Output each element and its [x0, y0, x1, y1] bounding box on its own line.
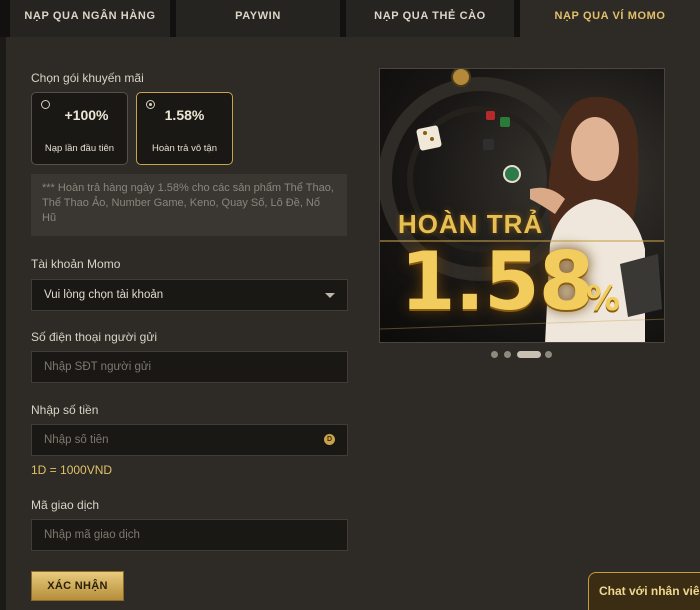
banner-percent: %	[586, 279, 621, 319]
promo-value: +100%	[64, 107, 109, 123]
promo-caption: Hoàn trả vô tận	[152, 143, 217, 154]
dice-icon	[416, 125, 442, 151]
amount-input[interactable]	[31, 424, 348, 456]
exchange-rate: 1D = 1000VND	[31, 463, 113, 477]
carousel-dot-active[interactable]	[517, 351, 541, 358]
promo-label: Chọn gói khuyến mãi	[31, 71, 144, 85]
transaction-code-input[interactable]	[31, 519, 348, 551]
tab-momo-deposit[interactable]: NẠP QUA VÍ MOMO	[520, 0, 700, 37]
dice-icon	[486, 111, 495, 120]
momo-account-selected: Vui lòng chọn tài khoản	[44, 289, 164, 301]
promo-caption: Nạp lần đầu tiên	[44, 143, 115, 154]
sender-phone-label: Số điện thoại người gửi	[31, 330, 158, 344]
chip-icon	[503, 165, 521, 183]
promo-option-first-deposit[interactable]: +100% Nạp lần đầu tiên	[31, 92, 128, 165]
momo-account-label: Tài khoản Momo	[31, 257, 121, 271]
deposit-method-tabs: NẠP QUA NGÂN HÀNG PAYWIN NẠP QUA THẺ CÀO…	[0, 0, 700, 37]
promo-value: 1.58%	[164, 107, 205, 123]
dice-icon	[483, 139, 494, 150]
chat-support-button[interactable]: Chat với nhân viên	[588, 572, 700, 610]
carousel-dot[interactable]	[504, 351, 511, 358]
banner-number: 1.58	[400, 235, 594, 328]
carousel-dot[interactable]	[491, 351, 498, 358]
carousel-dot[interactable]	[545, 351, 552, 358]
coin-icon: D	[324, 434, 335, 445]
transaction-code-label: Mã giao dịch	[31, 498, 100, 512]
amount-label: Nhập số tiền	[31, 403, 99, 417]
dice-icon	[500, 117, 510, 127]
tab-bank-deposit[interactable]: NẠP QUA NGÂN HÀNG	[10, 0, 170, 37]
chevron-down-icon	[325, 293, 335, 298]
chip-icon	[451, 69, 471, 87]
sender-phone-input[interactable]	[31, 351, 348, 383]
promo-banner[interactable]: HOÀN TRẢ 1.58 %	[379, 68, 665, 343]
momo-account-select[interactable]: Vui lòng chọn tài khoản	[31, 279, 348, 311]
promo-option-unlimited-rebate[interactable]: 1.58% Hoàn trả vô tận	[136, 92, 233, 165]
promo-note: *** Hoàn trả hàng ngày 1.58% cho các sản…	[31, 174, 347, 236]
tab-paywin[interactable]: PAYWIN	[176, 0, 340, 37]
confirm-button[interactable]: XÁC NHẬN	[31, 571, 124, 601]
tab-card-deposit[interactable]: NẠP QUA THẺ CÀO	[346, 0, 514, 37]
